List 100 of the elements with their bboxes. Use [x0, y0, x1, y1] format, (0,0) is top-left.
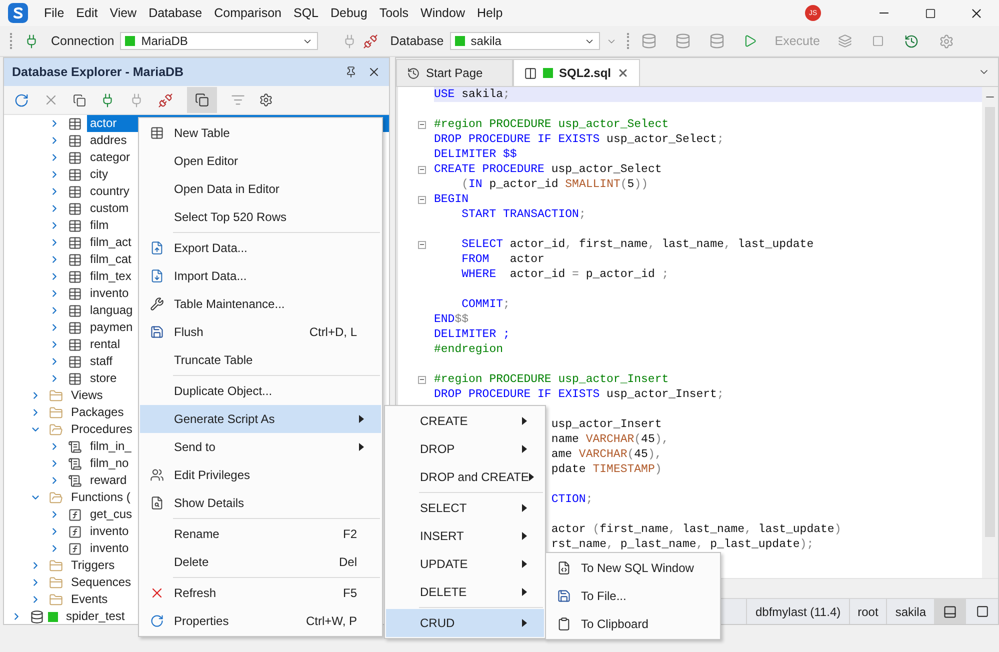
database-icon[interactable] — [674, 33, 691, 49]
code-line: BEGIN — [434, 192, 470, 207]
fold-icon[interactable] — [418, 120, 426, 128]
menu-item[interactable]: Generate Script As — [140, 405, 381, 433]
menu-item[interactable]: DROP — [386, 435, 544, 463]
menu-item[interactable]: Export Data... — [140, 234, 381, 262]
start-page-icon — [407, 66, 420, 80]
menu-item[interactable]: Table Maintenance... — [140, 290, 381, 318]
new-connection-icon[interactable] — [100, 92, 115, 108]
tab-label: Start Page — [426, 66, 483, 80]
maximize-icon[interactable] — [924, 8, 936, 18]
menu-item[interactable]: Show Details — [140, 489, 381, 517]
menu-item[interactable]: Open Data in Editor — [140, 175, 381, 203]
code-line: FROM actor — [460, 252, 546, 267]
code-line: DELIMITER $$ — [434, 147, 518, 162]
history-icon[interactable] — [904, 34, 919, 48]
table-icon — [68, 168, 82, 182]
code-line: CREATE PROCEDURE usp_actor_Select — [434, 162, 663, 177]
menu-item[interactable]: Properties Ctrl+W, P — [140, 607, 381, 635]
menu-item[interactable]: SELECT — [386, 494, 544, 522]
code-line: (IN p_actor_id SMALLINT(5)) — [460, 177, 649, 192]
menu-item[interactable]: DROP and CREATE — [386, 463, 544, 491]
menu-bar-item[interactable]: View — [104, 6, 143, 20]
layout-toggle-button[interactable] — [934, 599, 966, 624]
disconnect-icon[interactable] — [363, 34, 378, 48]
table-icon — [68, 354, 82, 368]
submenu-arrow-icon — [359, 415, 364, 423]
code-line: ame VARCHAR(45), — [551, 447, 662, 462]
menu-bar-item[interactable]: Debug — [324, 6, 374, 20]
folder-icon — [49, 592, 63, 606]
sql-window-icon — [557, 561, 571, 575]
menu-bar-item[interactable]: Window — [414, 6, 471, 20]
status-item: dbfmylast (11.4) — [746, 599, 849, 624]
table-icon — [68, 218, 82, 232]
menu-item[interactable]: New Table — [140, 119, 381, 147]
menu-item[interactable]: Rename F2 — [140, 520, 381, 548]
editor-tab[interactable]: SQL2.sql — [513, 59, 640, 86]
code-line: #region PROCEDURE usp_actor_Insert — [434, 372, 670, 387]
menu-bar-item[interactable]: Database — [142, 6, 208, 20]
menu-bar-item[interactable]: Comparison — [208, 6, 288, 20]
menu-bar-item[interactable]: SQL — [287, 6, 324, 20]
menu-item[interactable]: Duplicate Object... — [140, 377, 381, 405]
table-icon — [68, 150, 82, 164]
fold-icon[interactable] — [418, 376, 426, 384]
menu-item[interactable]: To File... — [547, 582, 719, 610]
connection-select[interactable]: MariaDB — [120, 32, 318, 50]
options-icon[interactable] — [938, 34, 954, 48]
database-icon[interactable] — [708, 33, 725, 49]
export-icon — [150, 241, 164, 255]
menu-item[interactable]: CRUD — [386, 609, 544, 637]
folder-icon — [49, 406, 63, 420]
editor-tab[interactable]: Start Page — [396, 59, 513, 86]
close-icon[interactable] — [367, 65, 381, 79]
folder-icon — [49, 388, 63, 402]
menu-item[interactable]: CREATE — [386, 407, 544, 435]
menu-item[interactable]: UPDATE — [386, 550, 544, 578]
code-line: DELIMITER ; — [434, 327, 511, 342]
fold-icon[interactable] — [418, 240, 426, 248]
menu-item[interactable]: To Clipboard — [547, 610, 719, 638]
save-icon — [557, 589, 571, 603]
menu-item[interactable]: Truncate Table — [140, 346, 381, 374]
code-line: START TRANSACTION; — [460, 207, 587, 222]
menu-item[interactable]: Open Editor — [140, 147, 381, 175]
procedure-icon — [68, 440, 82, 454]
submenu-arrow-icon — [359, 443, 364, 451]
code-line: SELECT actor_id, first_name, last_name, last_update — [460, 237, 815, 252]
windows-icon[interactable] — [73, 94, 86, 106]
menu-bar-item[interactable]: File — [38, 6, 70, 20]
fold-icon[interactable] — [418, 196, 426, 204]
settings-icon[interactable] — [259, 93, 273, 107]
menu-bar-item[interactable]: Help — [471, 6, 509, 20]
menu-item[interactable]: Refresh F5 — [140, 579, 381, 607]
menu-item[interactable]: INSERT — [386, 522, 544, 550]
toggle-button[interactable] — [187, 87, 217, 113]
menu-item[interactable]: Send to — [140, 433, 381, 461]
refresh-icon[interactable] — [14, 92, 29, 108]
submenu-arrow-icon — [522, 588, 527, 596]
copy-icon — [195, 93, 209, 107]
menu-item[interactable]: Delete Del — [140, 548, 381, 576]
menu-item[interactable]: Edit Privileges — [140, 461, 381, 489]
fold-icon[interactable] — [418, 166, 426, 174]
menu-bar-item[interactable]: Tools — [373, 6, 415, 20]
filter-icon[interactable] — [231, 93, 245, 107]
wrench-icon — [150, 297, 164, 311]
run-icon[interactable] — [742, 34, 757, 48]
menu-bar-item[interactable]: Edit — [70, 6, 104, 20]
code-line: pdate TIMESTAMP) — [551, 462, 662, 477]
database-select[interactable]: sakila — [450, 32, 600, 50]
disconnect-icon[interactable] — [158, 92, 173, 108]
menu-item[interactable]: Select Top 520 Rows — [140, 203, 381, 231]
vertical-scrollbar[interactable] — [982, 87, 998, 578]
new-connection-icon[interactable] — [24, 34, 39, 48]
pin-icon[interactable] — [345, 66, 357, 78]
panel-icon — [943, 604, 957, 618]
menu-item[interactable]: Flush Ctrl+D, L — [140, 318, 381, 346]
menu-item[interactable]: Import Data... — [140, 262, 381, 290]
table-icon — [68, 304, 82, 318]
menu-item[interactable]: DELETE — [386, 578, 544, 606]
database-icon[interactable] — [640, 33, 657, 49]
menu-item[interactable]: To New SQL Window — [547, 554, 719, 582]
